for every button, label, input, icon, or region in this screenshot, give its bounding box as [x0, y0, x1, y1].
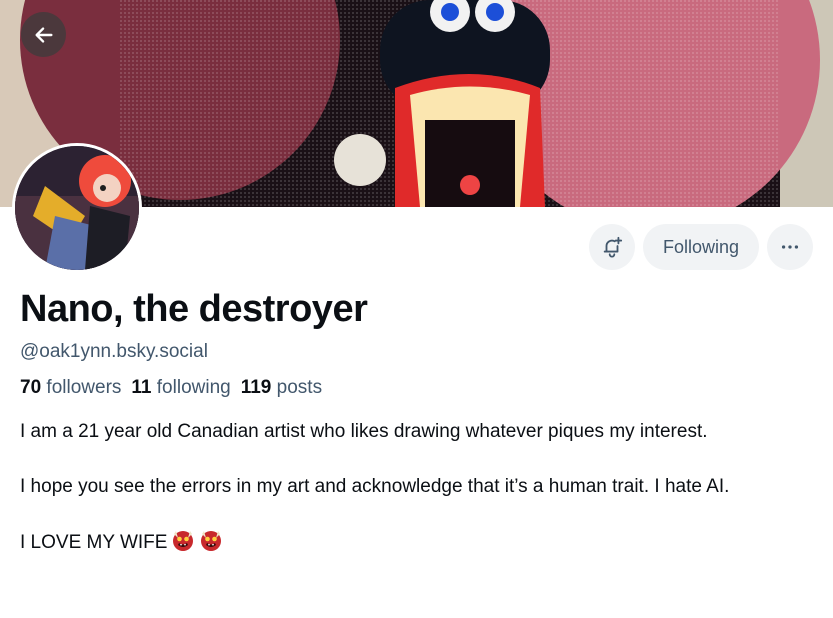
posts-stat: 119 posts [241, 377, 322, 399]
following-button[interactable]: Following [642, 224, 759, 270]
following-button-label: Following [662, 236, 739, 257]
following-count: 11 [131, 377, 152, 398]
bio-paragraph: I am a 21 year old Canadian artist who l… [20, 421, 708, 442]
subscribe-button[interactable] [588, 224, 635, 270]
arrow-left-icon [34, 26, 53, 43]
followers-link[interactable]: 70 followers [20, 377, 121, 399]
ogre-emoji-icon [201, 531, 222, 551]
followers-label: followers [46, 377, 122, 398]
following-link[interactable]: 11 following [131, 377, 230, 399]
profile-actions: Following [588, 224, 813, 270]
avatar[interactable] [12, 143, 142, 273]
posts-count: 119 [240, 377, 272, 398]
ogre-emoji-icon [173, 531, 194, 551]
posts-label: posts [276, 377, 323, 398]
user-handle: @oak1ynn.bsky.social [20, 341, 208, 362]
profile-stats: 70 followers 11 following 119 posts [20, 377, 322, 399]
bell-plus-icon [603, 236, 623, 258]
bio-love-text: I LOVE MY WIFE [20, 532, 168, 553]
display-name: Nano, the destroyer [20, 288, 368, 330]
more-options-button[interactable] [767, 224, 813, 270]
profile-bio: I am a 21 year old Canadian artist who l… [20, 418, 810, 584]
back-button[interactable] [21, 12, 66, 57]
bio-paragraph: I hope you see the errors in my art and … [20, 476, 730, 497]
bio-paragraph-last: I LOVE MY WIFE [20, 528, 810, 557]
avatar-image [15, 146, 139, 270]
following-label: following [156, 377, 231, 398]
ellipsis-icon [781, 245, 799, 249]
followers-count: 70 [20, 377, 42, 398]
